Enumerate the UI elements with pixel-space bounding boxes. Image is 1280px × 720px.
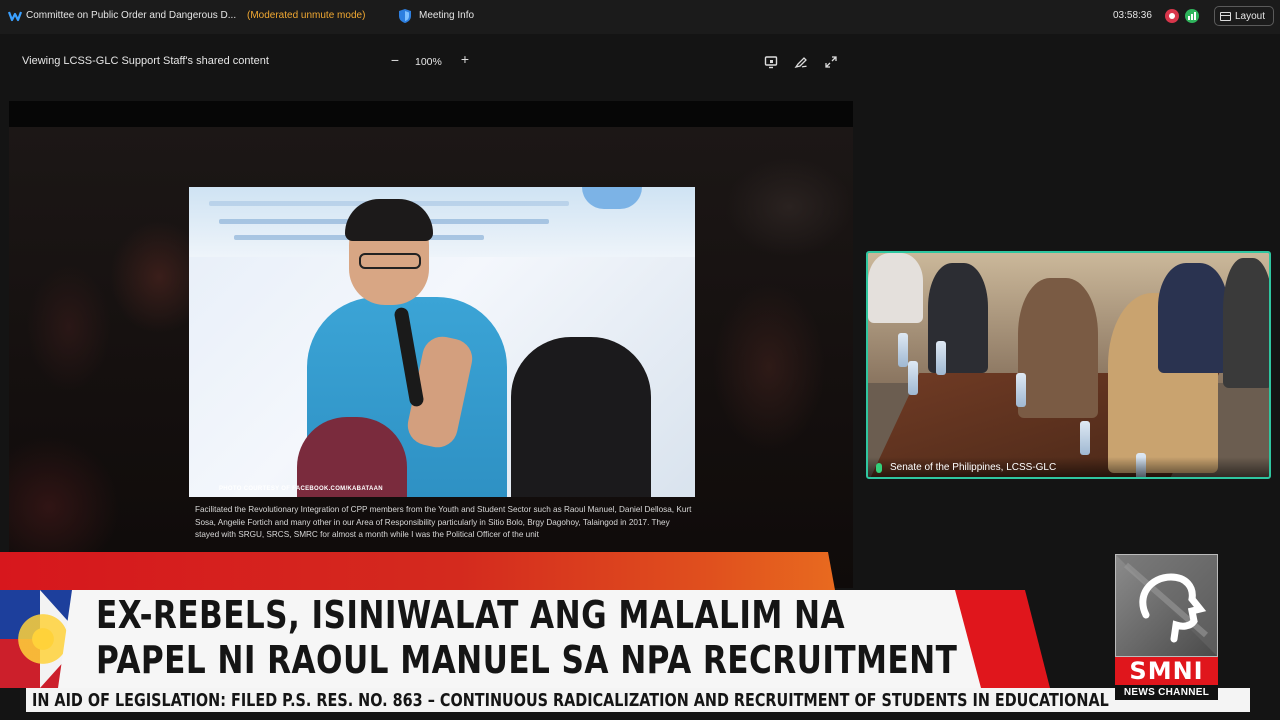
- meeting-title[interactable]: Committee on Public Order and Dangerous …: [26, 10, 236, 21]
- annotate-icon[interactable]: [794, 55, 808, 69]
- ticker-text: IN AID OF LEGISLATION: FILED P.S. RES. N…: [32, 690, 1109, 711]
- layout-icon: [1220, 11, 1231, 21]
- smni-subtext: NEWS CHANNEL: [1115, 685, 1218, 700]
- record-icon[interactable]: [1165, 9, 1179, 23]
- smni-brand-text: SMNI: [1115, 657, 1218, 685]
- zoom-in-button[interactable]: +: [457, 51, 473, 69]
- participant-video-tile[interactable]: Senate of the Philippines, LCSS-GLC: [866, 251, 1271, 479]
- zoom-level[interactable]: 100%: [415, 56, 442, 68]
- audience-member: [297, 417, 407, 497]
- news-ticker: IN AID OF LEGISLATION: FILED P.S. RES. N…: [26, 688, 1250, 712]
- audience-member: [511, 337, 651, 497]
- shield-icon[interactable]: [398, 8, 412, 24]
- share-view-icon[interactable]: [764, 55, 778, 69]
- viewing-shared-content-label: Viewing LCSS-GLC Support Staff's shared …: [22, 55, 269, 67]
- smni-logo-icon: [1115, 554, 1218, 657]
- participant-name-bar: Senate of the Philippines, LCSS-GLC: [868, 457, 1269, 477]
- stats-icon[interactable]: [1185, 9, 1199, 23]
- fullscreen-icon[interactable]: [824, 55, 838, 69]
- layout-button-label: Layout: [1235, 10, 1266, 22]
- moderated-mode-label: (Moderated unmute mode): [247, 10, 366, 21]
- slide-photo: PHOTO COURTESY OF FACEBOOK.COM/KABATAAN: [189, 187, 695, 497]
- mic-icon: [876, 463, 882, 473]
- webex-app-icon: [8, 11, 22, 22]
- smni-profile-emblem: [1116, 555, 1217, 656]
- meeting-top-bar: Committee on Public Order and Dangerous …: [0, 0, 1280, 34]
- meeting-info-button[interactable]: Meeting Info: [419, 10, 474, 21]
- layout-button[interactable]: Layout: [1214, 6, 1274, 26]
- slide-caption: Facilitated the Revolutionary Integratio…: [195, 505, 692, 539]
- participant-name: Senate of the Philippines, LCSS-GLC: [890, 462, 1057, 473]
- lower-third-red-band: [0, 552, 835, 590]
- zoom-out-button[interactable]: −: [387, 52, 403, 70]
- headline-line-2: PAPEL NI RAOUL MANUEL SA NPA RECRUITMENT: [96, 638, 958, 682]
- photo-banner: [189, 187, 695, 257]
- headline-line-1: EX-REBELS, ISINIWALAT ANG MALALIM NA: [96, 593, 846, 637]
- shared-content-view[interactable]: PHOTO COURTESY OF FACEBOOK.COM/KABATAAN …: [9, 101, 853, 588]
- photo-credit: PHOTO COURTESY OF FACEBOOK.COM/KABATAAN: [219, 486, 383, 492]
- meeting-timer: 03:58:36: [1113, 10, 1152, 21]
